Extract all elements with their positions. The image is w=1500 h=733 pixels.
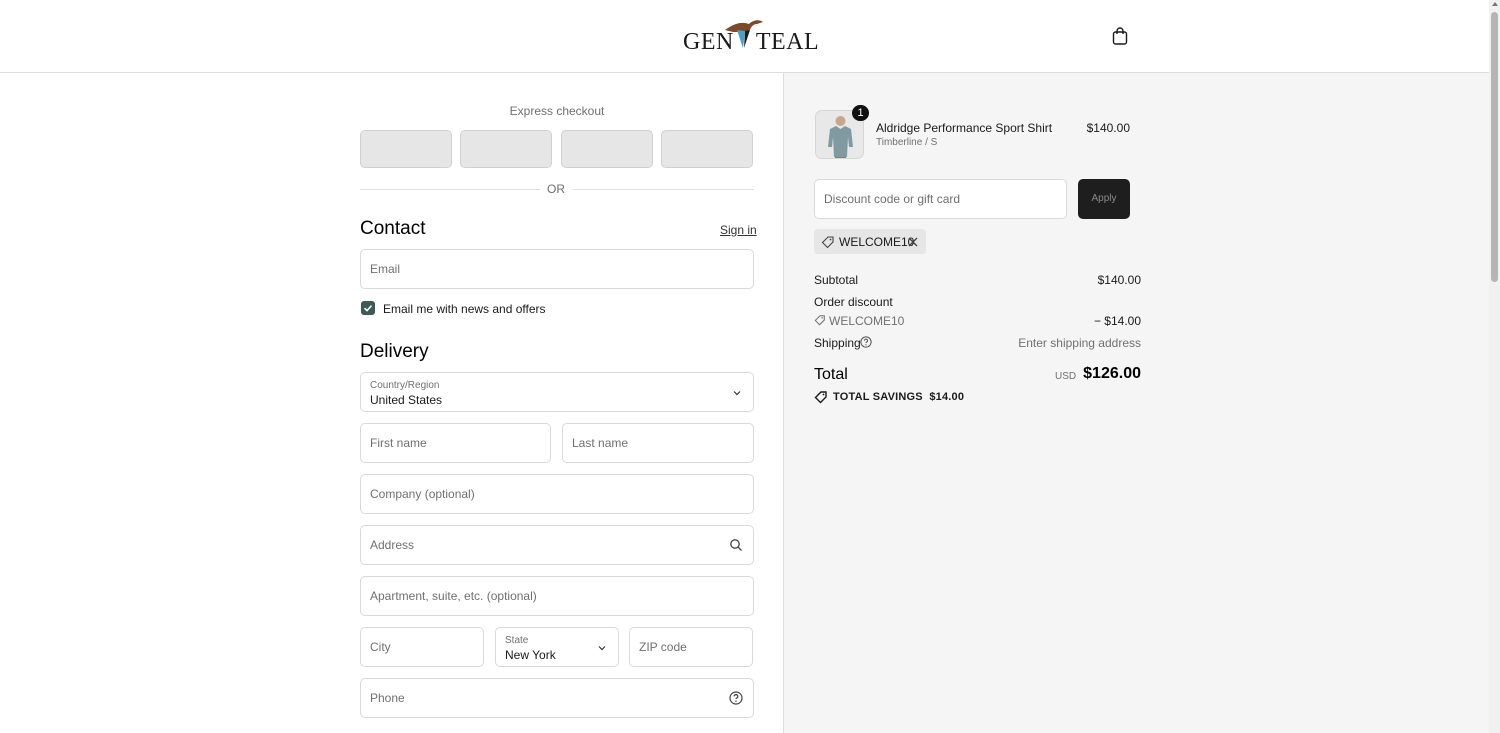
savings-tag-icon	[814, 391, 827, 404]
tag-icon	[814, 315, 825, 326]
state-select[interactable]: State New York	[495, 627, 619, 667]
checkmark-icon	[363, 305, 373, 312]
apply-button[interactable]: Apply	[1078, 179, 1130, 219]
currency-label: USD	[1055, 371, 1077, 382]
apartment-input[interactable]	[361, 577, 753, 615]
contact-heading: Contact	[360, 218, 426, 239]
first-name-field[interactable]	[360, 423, 551, 463]
express-pay-button-1[interactable]	[360, 130, 452, 168]
genteal-logo[interactable]: GEN TEAL	[683, 18, 819, 55]
teal-duck-logo-icon	[725, 20, 763, 48]
zip-field[interactable]	[629, 627, 753, 667]
chevron-down-icon	[598, 646, 606, 651]
phone-field[interactable]	[360, 678, 754, 718]
savings-value: $14.00	[929, 391, 965, 403]
checkout-form-panel: Express checkout OR Contact Sign in Emai…	[0, 73, 783, 733]
discount-value: − $14.00	[1093, 314, 1141, 328]
express-checkout-title: Express checkout	[509, 104, 605, 118]
header: GEN TEAL	[0, 0, 1489, 73]
product-name: Aldridge Performance Sport Shirt	[876, 121, 1053, 135]
country-value: United States	[370, 393, 443, 407]
shopping-bag-icon	[1112, 27, 1128, 45]
city-field[interactable]	[360, 627, 484, 667]
discount-code-field[interactable]	[814, 179, 1067, 219]
discount-code-input[interactable]	[815, 180, 1066, 218]
tag-icon	[821, 236, 834, 249]
remove-discount-icon[interactable]	[908, 237, 918, 247]
subtotal-label: Subtotal	[814, 273, 859, 287]
divider	[360, 189, 540, 190]
order-discount-label: Order discount	[814, 295, 893, 309]
express-pay-button-2[interactable]	[460, 130, 552, 168]
express-pay-button-3[interactable]	[561, 130, 653, 168]
order-summary-panel	[783, 73, 1489, 733]
last-name-field[interactable]	[562, 423, 754, 463]
or-divider-label: OR	[547, 182, 565, 196]
zip-input[interactable]	[630, 628, 752, 666]
quantity-badge: 1	[852, 105, 869, 121]
phone-input[interactable]	[361, 679, 753, 717]
country-label: Country/Region	[370, 380, 440, 391]
apartment-field[interactable]	[360, 576, 754, 616]
subtotal-value: $140.00	[1097, 273, 1141, 287]
city-input[interactable]	[361, 628, 483, 666]
newsletter-checkbox[interactable]	[361, 301, 375, 315]
last-name-input[interactable]	[563, 424, 753, 462]
first-name-input[interactable]	[361, 424, 550, 462]
product-variant: Timberline / S	[876, 137, 938, 148]
total-value: $126.00	[1083, 365, 1141, 382]
address-input[interactable]	[361, 526, 753, 564]
search-icon	[730, 539, 742, 551]
divider	[573, 189, 754, 190]
discount-code-label: WELCOME10	[829, 314, 905, 328]
applied-discount-chip: WELCOME10	[814, 229, 926, 254]
email-input[interactable]	[361, 250, 753, 288]
total-savings: TOTAL SAVINGS $14.00	[833, 391, 964, 403]
express-pay-button-4[interactable]	[661, 130, 753, 168]
scroll-up-arrow-icon[interactable]	[1492, 2, 1498, 6]
help-circle-icon[interactable]	[860, 336, 872, 348]
shipping-value: Enter shipping address	[1018, 336, 1141, 350]
delivery-heading: Delivery	[360, 341, 429, 362]
product-price: $140.00	[1086, 121, 1130, 135]
state-label: State	[505, 635, 529, 646]
chevron-down-icon	[733, 391, 741, 396]
total-label: Total	[814, 366, 848, 383]
state-value: New York	[505, 648, 556, 662]
applied-code-label: WELCOME10	[839, 235, 915, 249]
sign-in-link[interactable]: Sign in	[720, 223, 757, 237]
newsletter-label: Email me with news and offers	[383, 302, 546, 316]
savings-label: TOTAL SAVINGS	[833, 391, 923, 403]
email-field[interactable]	[360, 249, 754, 289]
help-circle-icon[interactable]	[729, 691, 743, 705]
scrollbar-thumb[interactable]	[1491, 12, 1498, 282]
shipping-label: Shipping	[814, 336, 861, 350]
cart-button[interactable]	[1110, 26, 1130, 48]
page-scrollbar[interactable]	[1489, 0, 1500, 733]
company-field[interactable]	[360, 474, 754, 514]
address-field[interactable]	[360, 525, 754, 565]
company-input[interactable]	[361, 475, 753, 513]
country-select[interactable]: Country/Region United States	[360, 372, 754, 412]
